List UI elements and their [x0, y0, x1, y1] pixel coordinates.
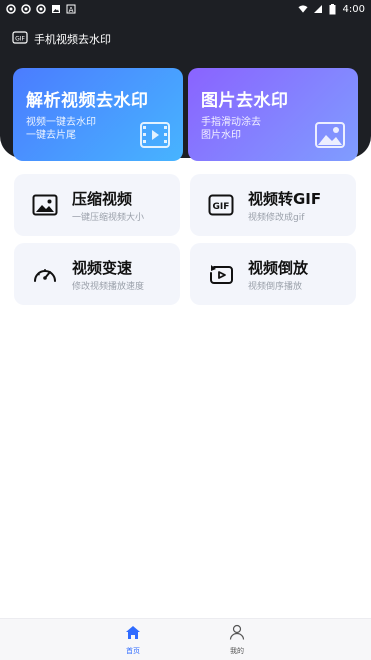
film-icon	[139, 119, 171, 151]
hero-subtitle-line: 图片水印	[201, 130, 241, 141]
gif-icon-label: GIF	[213, 202, 230, 212]
hero-card-parse-video[interactable]: 解析视频去水印 视频一键去水印 一键去片尾	[13, 68, 183, 161]
tile-video-to-gif[interactable]: GIF 视频转GIF 视频修改成gif	[190, 174, 356, 236]
settings-icon	[6, 4, 16, 14]
reverse-play-icon	[208, 262, 234, 286]
tile-title: 视频倒放	[248, 259, 309, 277]
image-icon	[32, 193, 58, 217]
hero-subtitle-line: 视频一键去水印	[26, 117, 96, 128]
svg-text:A: A	[69, 6, 74, 14]
nav-item-home[interactable]: 首页	[103, 619, 163, 660]
battery-icon	[328, 3, 338, 14]
hero-title: 解析视频去水印	[26, 91, 149, 111]
bottom-nav: 首页 我的	[0, 618, 371, 660]
settings-icon	[21, 4, 31, 14]
hero-subtitle: 手指滑动涂去 图片水印	[201, 116, 261, 142]
tile-reverse-video[interactable]: 视频倒放 视频倒序播放	[190, 243, 356, 305]
app-title-row: GIF 手机视频去水印	[12, 29, 111, 48]
app-logo-icon: GIF	[12, 29, 28, 48]
svg-text:GIF: GIF	[15, 36, 25, 43]
hero-subtitle-line: 手指滑动涂去	[201, 117, 261, 128]
status-bar: A 4:00	[0, 0, 371, 18]
tile-video-speed[interactable]: 视频变速 修改视频播放速度	[14, 243, 180, 305]
tile-subtitle: 视频修改成gif	[248, 213, 305, 223]
speedometer-icon	[32, 262, 58, 286]
tile-subtitle: 视频倒序播放	[248, 282, 303, 292]
signal-icon	[313, 4, 323, 14]
app-title: 手机视频去水印	[34, 32, 111, 46]
nav-item-profile[interactable]: 我的	[207, 619, 267, 660]
nav-label-home: 首页	[126, 646, 140, 655]
tile-compress-video[interactable]: 压缩视频 一键压缩视频大小	[14, 174, 180, 236]
tile-title: 压缩视频	[72, 190, 133, 208]
home-icon	[125, 625, 141, 644]
tile-subtitle: 修改视频播放速度	[72, 282, 145, 292]
font-icon: A	[66, 4, 76, 14]
wifi-icon	[297, 4, 308, 14]
hero-subtitle: 视频一键去水印 一键去片尾	[26, 116, 96, 142]
gif-icon: GIF	[208, 193, 234, 217]
tile-title: 视频变速	[72, 259, 133, 277]
status-right-icons: 4:00	[297, 3, 365, 15]
hero-card-image-watermark[interactable]: 图片去水印 手指滑动涂去 图片水印	[188, 68, 358, 161]
image-icon	[51, 4, 61, 14]
status-left-icons: A	[6, 4, 76, 14]
user-icon	[229, 624, 245, 644]
image-icon	[314, 119, 346, 151]
hero-subtitle-line: 一键去片尾	[26, 130, 76, 141]
tile-subtitle: 一键压缩视频大小	[72, 213, 145, 223]
status-time: 4:00	[342, 3, 365, 15]
settings-icon	[36, 4, 46, 14]
nav-label-profile: 我的	[230, 647, 244, 655]
tile-title: 视频转GIF	[248, 190, 322, 208]
hero-title: 图片去水印	[201, 91, 289, 111]
